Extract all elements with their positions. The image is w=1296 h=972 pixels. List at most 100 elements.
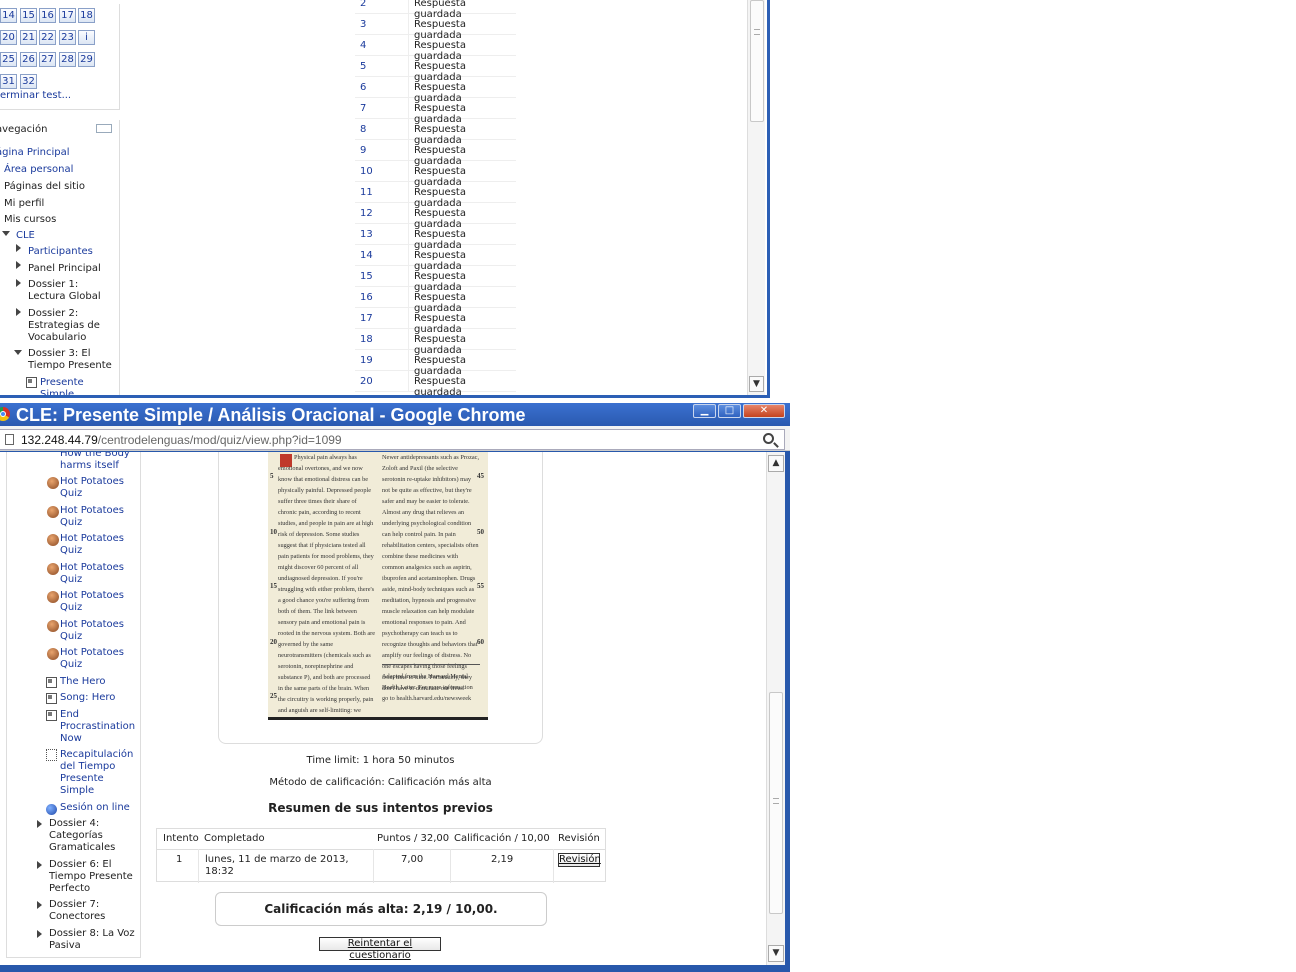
question-number-link[interactable]: 12	[360, 208, 373, 219]
question-number-link[interactable]: 11	[360, 187, 373, 198]
scroll-thumb[interactable]	[750, 0, 764, 122]
question-nav-button[interactable]: 29	[78, 52, 95, 67]
question-nav-button[interactable]: 14	[0, 8, 17, 23]
scroll-down-button[interactable]: ▼	[749, 376, 764, 392]
maximize-button[interactable]: □	[718, 404, 741, 418]
nav-item[interactable]: ágina Principal	[0, 147, 70, 159]
header-completed: Completado	[204, 833, 265, 844]
hot-potatoes-quiz-link[interactable]: Hot Potatoes Quiz	[60, 476, 130, 500]
question-number-link[interactable]: 6	[360, 82, 366, 93]
url-path: /centrodelenguas/mod/quiz/view.php?id=10…	[97, 433, 342, 447]
question-number-link[interactable]: 10	[360, 166, 373, 177]
resource-link[interactable]: Sesión on line	[60, 802, 140, 814]
review-button[interactable]: Revisión	[558, 853, 601, 867]
question-number-link[interactable]: 15	[360, 271, 373, 282]
article-column-2: Newer antidepressants such as Prozac, Zo…	[382, 454, 480, 692]
question-number-link[interactable]: 7	[360, 103, 366, 114]
hot-potatoes-quiz-link[interactable]: Hot Potatoes Quiz	[60, 505, 130, 529]
question-nav-button[interactable]: i	[78, 30, 95, 45]
close-button[interactable]: ✕	[743, 404, 785, 418]
back-window-scrollbar[interactable]: ▼	[747, 0, 765, 395]
retry-quiz-button[interactable]: Reintentar el cuestionario	[319, 937, 441, 961]
question-number-link[interactable]: 16	[360, 292, 373, 303]
page-icon	[26, 377, 37, 388]
question-nav-button[interactable]: 16	[39, 8, 56, 23]
line-number: 45	[477, 472, 484, 480]
collapsed-icon[interactable]	[16, 308, 21, 316]
question-nav-button[interactable]: 17	[59, 8, 76, 23]
question-nav-button[interactable]: 26	[20, 52, 37, 67]
nav-item[interactable]: Área personal	[4, 164, 73, 176]
finish-test-link[interactable]: erminar test...	[0, 90, 71, 101]
url-input[interactable]: 132.248.44.79/centrodelenguas/mod/quiz/v…	[0, 429, 785, 450]
question-number-link[interactable]: 13	[360, 229, 373, 240]
table-row: 19 Respuesta guardada	[355, 350, 516, 377]
table-row: 16 Respuesta guardada	[355, 287, 516, 314]
table-row: 20 Respuesta guardada	[355, 371, 516, 398]
collapsed-icon[interactable]	[37, 930, 42, 938]
question-nav-button[interactable]: 27	[39, 52, 56, 67]
hot-potatoes-icon	[47, 648, 59, 660]
question-nav-button[interactable]: 32	[20, 74, 37, 89]
hot-potatoes-quiz-link[interactable]: Hot Potatoes Quiz	[60, 562, 130, 586]
question-number-link[interactable]: 17	[360, 313, 373, 324]
table-row: 9 Respuesta guardada	[355, 140, 516, 167]
question-nav-button[interactable]: 23	[59, 30, 76, 45]
expanded-icon[interactable]	[14, 350, 22, 355]
question-nav-button[interactable]: 31	[0, 74, 17, 89]
question-nav-button[interactable]: 20	[0, 30, 17, 45]
attempt-points: 7,00	[401, 854, 424, 865]
collapsed-icon[interactable]	[37, 820, 42, 828]
page-scrollbar[interactable]: ▲ ▼	[766, 452, 785, 965]
collapsed-icon[interactable]	[37, 901, 42, 909]
scroll-up-button[interactable]: ▲	[768, 455, 784, 472]
question-number-link[interactable]: 2	[360, 0, 366, 9]
resource-link[interactable]: Recapitulación del Tiempo Presente Simpl…	[60, 749, 135, 797]
collapsed-icon[interactable]	[16, 261, 21, 269]
table-row: 3 Respuesta guardada	[355, 14, 516, 41]
hot-potatoes-icon	[47, 506, 59, 518]
scroll-down-button[interactable]: ▼	[768, 945, 784, 962]
question-number-link[interactable]: 9	[360, 145, 366, 156]
section-link[interactable]: Dossier 8: La Voz Pasiva	[49, 928, 140, 952]
collapsed-icon[interactable]	[37, 861, 42, 869]
nav-item[interactable]: CLE	[16, 230, 35, 242]
block-dock-icon[interactable]	[96, 124, 112, 133]
search-icon[interactable]	[763, 433, 774, 444]
question-nav-button[interactable]: 22	[39, 30, 56, 45]
question-nav-button[interactable]: 21	[20, 30, 37, 45]
question-nav-button[interactable]: 25	[0, 52, 17, 67]
scroll-thumb[interactable]	[769, 692, 783, 914]
nav-item[interactable]: Participantes	[28, 246, 93, 258]
title-bar[interactable]: CLE: Presente Simple / Análisis Oraciona…	[0, 403, 790, 426]
resource-link[interactable]: End Procrastination Now	[60, 709, 135, 745]
section-link[interactable]: Dossier 7: Conectores	[49, 899, 140, 923]
minimize-button[interactable]: ▁	[693, 404, 716, 418]
question-number-link[interactable]: 18	[360, 334, 373, 345]
hot-potatoes-quiz-link[interactable]: Hot Potatoes Quiz	[60, 647, 130, 671]
question-number-link[interactable]: 3	[360, 19, 366, 30]
hot-potatoes-quiz-link[interactable]: Hot Potatoes Quiz	[60, 590, 130, 614]
section-link[interactable]: Dossier 6: El Tiempo Presente Perfecto	[49, 859, 140, 895]
collapsed-icon[interactable]	[16, 244, 21, 252]
hot-potatoes-quiz-link[interactable]: Hot Potatoes Quiz	[60, 533, 130, 557]
collapsed-icon[interactable]	[16, 279, 21, 287]
section-link[interactable]: Dossier 4: Categorías Gramaticales	[49, 818, 140, 854]
question-number-link[interactable]: 14	[360, 250, 373, 261]
resource-link[interactable]: Song: Hero	[60, 692, 135, 704]
hot-potatoes-quiz-link[interactable]: Hot Potatoes Quiz	[60, 619, 130, 643]
resource-link[interactable]: The Hero	[60, 676, 135, 688]
question-number-link[interactable]: 8	[360, 124, 366, 135]
question-nav-button[interactable]: 28	[59, 52, 76, 67]
question-number-link[interactable]: 4	[360, 40, 366, 51]
resource-link[interactable]: How the Body harms itself	[60, 452, 140, 472]
line-number: 25	[270, 692, 277, 700]
question-number-link[interactable]: 19	[360, 355, 373, 366]
question-nav-button[interactable]: 18	[78, 8, 95, 23]
expanded-icon[interactable]	[2, 231, 10, 236]
question-number-link[interactable]: 5	[360, 61, 366, 72]
question-number-link[interactable]: 20	[360, 376, 373, 387]
question-nav-button[interactable]: 15	[20, 8, 37, 23]
table-row: 13 Respuesta guardada	[355, 224, 516, 251]
course-sections-menu: How the Body harms itself Hot Potatoes Qu…	[6, 452, 141, 958]
